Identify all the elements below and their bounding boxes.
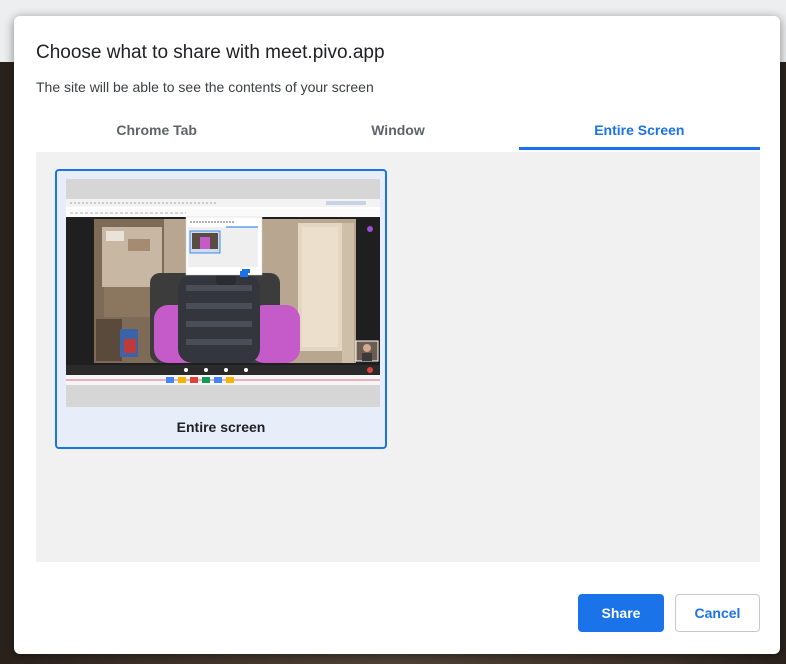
screen-thumbnail-image — [66, 179, 380, 407]
dialog-title: Choose what to share with meet.pivo.app — [36, 42, 385, 63]
screen-thumbnail — [66, 179, 380, 407]
tab-window[interactable]: Window — [277, 112, 518, 150]
screen-share-dialog: Choose what to share with meet.pivo.app … — [14, 16, 780, 654]
source-label: Entire screen — [176, 419, 266, 435]
dialog-subtitle: The site will be able to see the content… — [36, 79, 374, 95]
tab-entire-screen[interactable]: Entire Screen — [518, 112, 760, 150]
cancel-button[interactable]: Cancel — [675, 594, 760, 632]
tab-chrome-tab[interactable]: Chrome Tab — [36, 112, 277, 150]
source-tabs: Chrome Tab Window Entire Screen — [36, 112, 760, 150]
share-button[interactable]: Share — [578, 594, 664, 632]
source-entire-screen[interactable]: Entire screen — [55, 169, 387, 449]
source-list-panel: Entire screen — [36, 152, 760, 562]
